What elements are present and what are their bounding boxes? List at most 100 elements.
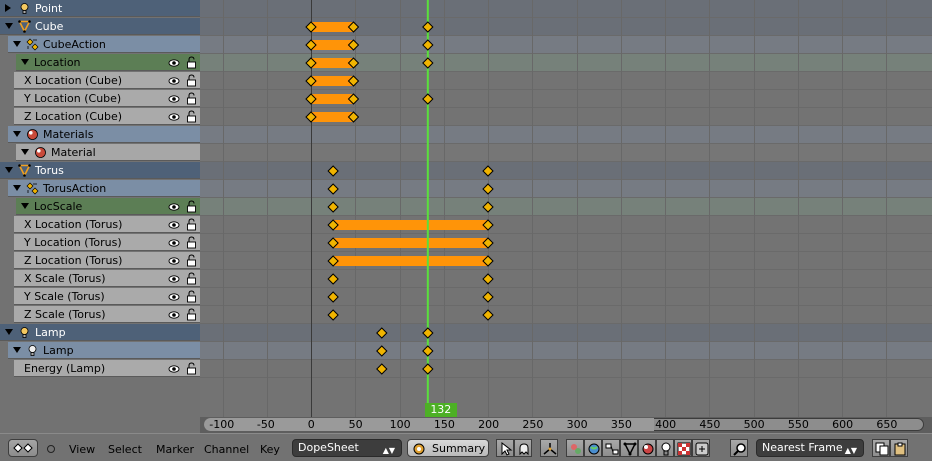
expand-triangle-icon[interactable] xyxy=(5,167,13,173)
filter-material-button[interactable] xyxy=(638,439,656,457)
menu-select[interactable]: Select xyxy=(108,443,142,456)
visibility-eye-icon[interactable] xyxy=(168,363,180,375)
expand-triangle-icon[interactable] xyxy=(5,329,13,335)
filter-lamp-button[interactable] xyxy=(656,439,674,457)
paste-keyframes-button[interactable] xyxy=(890,439,908,457)
timeline-tick-label: 300 xyxy=(566,418,588,431)
keyframe-hold-bar[interactable] xyxy=(333,238,488,248)
filter-nodes-button[interactable] xyxy=(602,439,620,457)
expand-triangle-icon[interactable] xyxy=(21,59,29,65)
channel-group[interactable]: LocScale xyxy=(0,198,200,216)
channel-object[interactable]: Cube xyxy=(0,18,200,36)
keyframe-canvas[interactable] xyxy=(200,0,932,417)
keyframe-hold-bar[interactable] xyxy=(333,220,488,230)
filter-by-name-button[interactable] xyxy=(730,439,748,457)
channel-fcurve[interactable]: X Location (Cube) xyxy=(0,72,200,90)
visibility-eye-icon[interactable] xyxy=(168,255,180,267)
filter-texture-button[interactable] xyxy=(674,439,692,457)
menu-channel[interactable]: Channel xyxy=(204,443,249,456)
keyframe-hold-bar[interactable] xyxy=(311,112,354,122)
menu-key[interactable]: Key xyxy=(260,443,280,456)
expand-triangle-icon[interactable] xyxy=(13,41,21,47)
show-hidden-button[interactable] xyxy=(514,439,532,457)
only-selected-button[interactable] xyxy=(496,439,514,457)
channel-action[interactable]: TorusAction xyxy=(0,180,200,198)
lock-icon[interactable] xyxy=(186,200,197,213)
expand-triangle-icon[interactable] xyxy=(13,347,21,353)
keyframe-hold-bar[interactable] xyxy=(311,22,354,32)
visibility-eye-icon[interactable] xyxy=(168,201,180,213)
channel-fcurve[interactable]: Y Location (Torus) xyxy=(0,234,200,252)
filter-scene-button[interactable] xyxy=(566,439,584,457)
channel-object[interactable]: Point xyxy=(0,0,200,18)
lock-icon[interactable] xyxy=(186,272,197,285)
menu-marker[interactable]: Marker xyxy=(156,443,194,456)
channel-action[interactable]: Lamp xyxy=(0,342,200,360)
lock-icon[interactable] xyxy=(186,362,197,375)
timeline-tick-label: 0 xyxy=(307,418,315,431)
channel-group[interactable]: Location xyxy=(0,54,200,72)
timeline-tick-label: 350 xyxy=(610,418,632,431)
lock-icon[interactable] xyxy=(186,236,197,249)
channel-list[interactable]: Point Cube CubeAction Location X Location (C… xyxy=(0,0,200,433)
editor-type-button[interactable] xyxy=(8,439,38,457)
expand-triangle-icon[interactable] xyxy=(21,149,29,155)
visibility-eye-icon[interactable] xyxy=(168,291,180,303)
channel-material[interactable]: Material xyxy=(0,144,200,162)
visibility-eye-icon[interactable] xyxy=(168,273,180,285)
copy-keyframes-button[interactable] xyxy=(872,439,890,457)
timeline-scrubber[interactable]: -100 -50 0 50 100 150 200 250 300 350 400 450 500 550… xyxy=(200,417,932,433)
summary-toggle[interactable]: Summary xyxy=(407,439,489,457)
channel-object[interactable]: Torus xyxy=(0,162,200,180)
collapse-menu-icon[interactable] xyxy=(47,445,55,453)
lock-icon[interactable] xyxy=(186,74,197,87)
lock-icon[interactable] xyxy=(186,92,197,105)
visibility-eye-icon[interactable] xyxy=(168,219,180,231)
channel-fcurve[interactable]: Z Location (Cube) xyxy=(0,108,200,126)
lock-icon[interactable] xyxy=(186,110,197,123)
keyframe-area[interactable] xyxy=(200,0,932,417)
timeline-tick-label: 550 xyxy=(787,418,809,431)
channel-action[interactable]: CubeAction xyxy=(0,36,200,54)
collapse-triangle-icon[interactable] xyxy=(5,4,11,12)
channel-fcurve[interactable]: Energy (Lamp) xyxy=(0,360,200,378)
lock-icon[interactable] xyxy=(186,218,197,231)
channel-object[interactable]: Lamp xyxy=(0,324,200,342)
lock-icon[interactable] xyxy=(186,56,197,69)
visibility-eye-icon[interactable] xyxy=(168,309,180,321)
current-frame-indicator[interactable]: 132 xyxy=(424,403,457,417)
keyframe-hold-bar[interactable] xyxy=(311,58,354,68)
lock-icon[interactable] xyxy=(186,290,197,303)
keyframe-hold-bar[interactable] xyxy=(333,256,488,266)
channel-label: Y Location (Cube) xyxy=(24,92,122,105)
expand-triangle-icon[interactable] xyxy=(13,131,21,137)
mode-dropdown[interactable]: DopeSheet ▲▼ xyxy=(292,439,402,457)
visibility-eye-icon[interactable] xyxy=(168,57,180,69)
expand-triangle-icon[interactable] xyxy=(5,23,13,29)
channel-fcurve[interactable]: Y Location (Cube) xyxy=(0,90,200,108)
filter-transform-button[interactable] xyxy=(540,439,558,457)
filter-mesh-button[interactable] xyxy=(620,439,638,457)
expand-triangle-icon[interactable] xyxy=(13,185,21,191)
channel-fcurve[interactable]: Z Scale (Torus) xyxy=(0,306,200,324)
timeline-tick-label: 650 xyxy=(876,418,898,431)
keyframe-hold-bar[interactable] xyxy=(311,76,354,86)
filter-world-button[interactable] xyxy=(584,439,602,457)
visibility-eye-icon[interactable] xyxy=(168,111,180,123)
visibility-eye-icon[interactable] xyxy=(168,75,180,87)
channel-matgroup[interactable]: Materials xyxy=(0,126,200,144)
expand-triangle-icon[interactable] xyxy=(21,203,29,209)
visibility-eye-icon[interactable] xyxy=(168,237,180,249)
filter-errors-button[interactable] xyxy=(692,439,710,457)
snap-dropdown[interactable]: Nearest Frame ▲▼ xyxy=(756,439,864,457)
keyframe-hold-bar[interactable] xyxy=(311,94,354,104)
keyframe-hold-bar[interactable] xyxy=(311,40,354,50)
channel-fcurve[interactable]: X Scale (Torus) xyxy=(0,270,200,288)
lock-icon[interactable] xyxy=(186,254,197,267)
channel-fcurve[interactable]: Y Scale (Torus) xyxy=(0,288,200,306)
channel-fcurve[interactable]: X Location (Torus) xyxy=(0,216,200,234)
lock-icon[interactable] xyxy=(186,308,197,321)
visibility-eye-icon[interactable] xyxy=(168,93,180,105)
channel-fcurve[interactable]: Z Location (Torus) xyxy=(0,252,200,270)
menu-view[interactable]: View xyxy=(69,443,95,456)
